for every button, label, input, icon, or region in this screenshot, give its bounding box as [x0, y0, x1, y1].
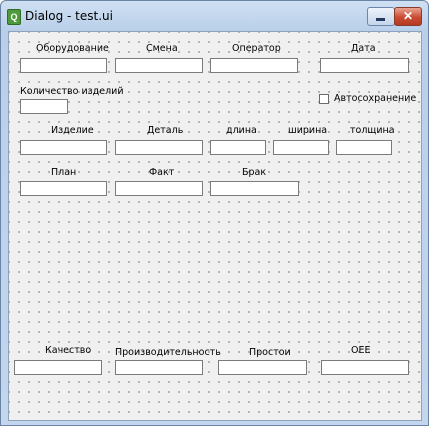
label-date: Дата [351, 43, 376, 54]
label-part: Деталь [147, 125, 184, 136]
label-quantity: Количество изделий [20, 86, 124, 97]
defect-field[interactable] [210, 181, 299, 196]
fact-field[interactable] [115, 181, 203, 196]
label-performance: Производительность [115, 347, 221, 358]
performance-field[interactable] [115, 360, 203, 375]
label-width: ширина [288, 125, 328, 136]
label-plan: План [51, 167, 77, 178]
width-field[interactable] [273, 140, 329, 155]
quality-field[interactable] [14, 360, 102, 375]
form-canvas: Оборудование Смена Оператор Дата Количес… [8, 31, 422, 421]
shift-field[interactable] [115, 58, 203, 73]
plan-field[interactable] [20, 181, 107, 196]
part-field[interactable] [115, 140, 203, 155]
label-fact: Факт [149, 167, 175, 178]
close-icon: ✕ [402, 9, 414, 23]
label-oee: OEE [351, 345, 371, 356]
label-product: Изделие [51, 125, 94, 136]
label-shift: Смена [146, 43, 178, 54]
operator-field[interactable] [210, 58, 298, 73]
label-quality: Качество [45, 345, 92, 356]
label-downtime: Простои [249, 347, 291, 358]
minimize-icon [376, 18, 385, 21]
qt-designer-icon: Q [7, 9, 21, 25]
oee-field[interactable] [321, 360, 409, 375]
dialog-window: Q Dialog - test.ui ✕ Оборудование Смена … [0, 0, 429, 426]
downtime-field[interactable] [218, 360, 307, 375]
equipment-field[interactable] [20, 58, 107, 73]
thickness-field[interactable] [336, 140, 392, 155]
quantity-field[interactable] [20, 99, 68, 114]
label-length: длина [226, 125, 257, 136]
label-thickness: толщина [350, 125, 395, 136]
close-button[interactable]: ✕ [394, 7, 422, 26]
date-field[interactable] [320, 58, 409, 73]
window-title: Dialog - test.ui [25, 9, 113, 23]
autosave-label[interactable]: Автосохранение [334, 93, 416, 104]
length-field[interactable] [210, 140, 266, 155]
product-field[interactable] [20, 140, 107, 155]
label-equipment: Оборудование [36, 43, 109, 54]
autosave-checkbox[interactable] [319, 94, 329, 104]
title-bar[interactable]: Q Dialog - test.ui ✕ [1, 1, 428, 31]
label-operator: Оператор [232, 43, 281, 54]
label-defect: Брак [242, 167, 267, 178]
minimize-button[interactable] [367, 7, 395, 26]
